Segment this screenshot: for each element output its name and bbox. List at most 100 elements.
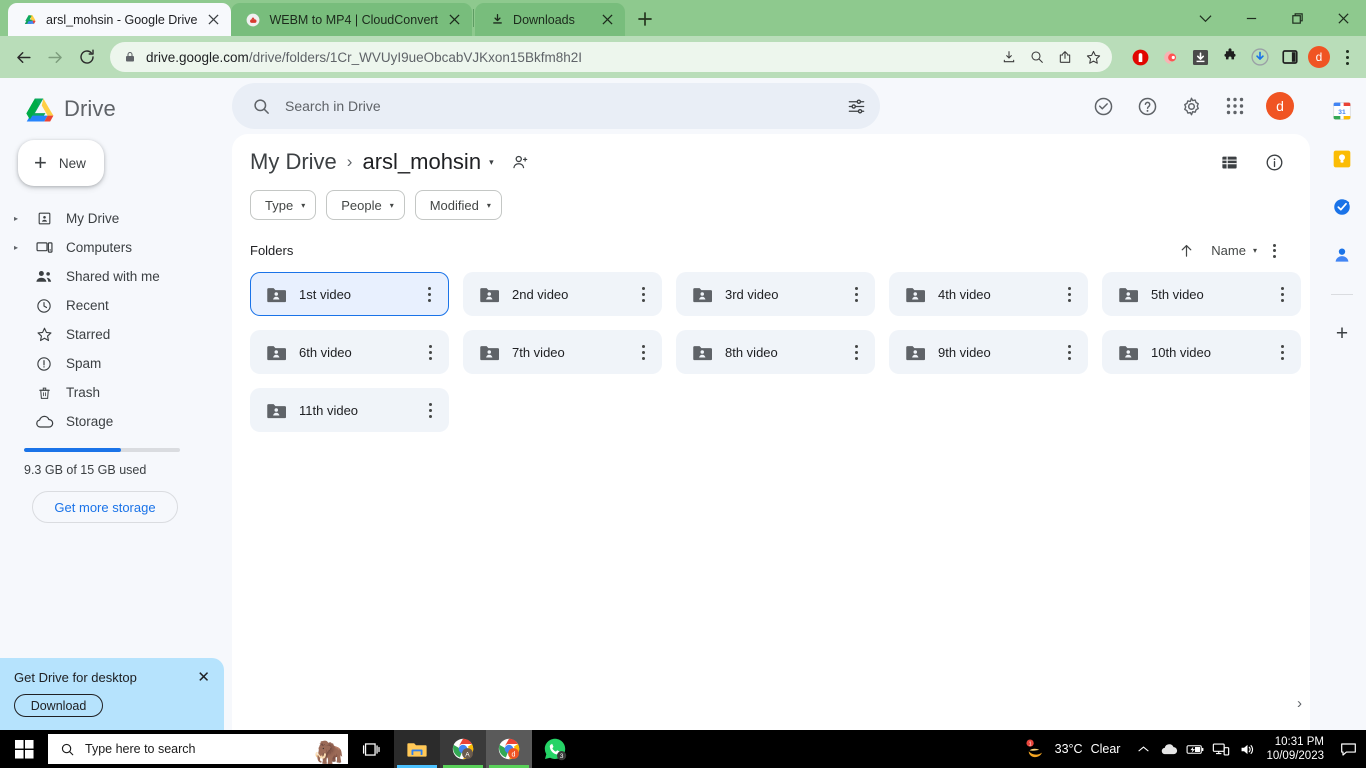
- sidebar-item-trash[interactable]: Trash: [0, 378, 232, 407]
- folder-more-options-icon[interactable]: [1058, 344, 1080, 360]
- add-app-icon[interactable]: +: [1336, 323, 1348, 344]
- folder-card[interactable]: 4th video: [889, 272, 1088, 316]
- expand-panel-icon[interactable]: ›: [1297, 695, 1302, 712]
- close-icon[interactable]: [205, 12, 221, 28]
- breadcrumb-my-drive[interactable]: My Drive: [250, 149, 337, 175]
- support-status-icon[interactable]: [1090, 93, 1116, 119]
- download-manager-icon[interactable]: [1188, 45, 1212, 69]
- avatar[interactable]: d: [1266, 92, 1294, 120]
- arrow-up-icon[interactable]: [1178, 242, 1195, 259]
- folder-more-options-icon[interactable]: [1271, 344, 1293, 360]
- sidebar-item-recent[interactable]: Recent: [0, 291, 232, 320]
- close-icon[interactable]: [599, 12, 615, 28]
- action-center-icon[interactable]: [1334, 730, 1362, 768]
- file-explorer-icon[interactable]: [394, 730, 440, 768]
- close-icon[interactable]: [446, 12, 462, 28]
- more-options-icon[interactable]: [1273, 243, 1276, 258]
- chrome-profile-d-icon[interactable]: d: [486, 730, 532, 768]
- address-bar[interactable]: drive.google.com/drive/folders/1Cr_WVUyI…: [110, 42, 1112, 72]
- folder-card[interactable]: 10th video: [1102, 330, 1301, 374]
- close-button[interactable]: [1320, 1, 1366, 35]
- zoom-icon[interactable]: [1029, 49, 1045, 65]
- browser-tab-drive[interactable]: arsl_mohsin - Google Drive: [8, 3, 232, 36]
- install-icon[interactable]: [1001, 49, 1017, 65]
- idm-download-icon[interactable]: [1248, 45, 1272, 69]
- sidebar-item-spam[interactable]: Spam: [0, 349, 232, 378]
- task-view-icon[interactable]: [348, 730, 394, 768]
- list-view-icon[interactable]: [1220, 153, 1239, 172]
- new-tab-button[interactable]: [631, 5, 659, 33]
- folder-more-options-icon[interactable]: [845, 344, 867, 360]
- onedrive-cloud-icon[interactable]: [1156, 730, 1182, 768]
- taskbar-search-input[interactable]: Type here to search 🦣: [48, 734, 348, 764]
- settings-gear-icon[interactable]: [1178, 93, 1204, 119]
- drive-brand[interactable]: Drive: [0, 78, 232, 140]
- help-icon[interactable]: [1134, 93, 1160, 119]
- folder-card[interactable]: 2nd video: [463, 272, 662, 316]
- back-button[interactable]: [8, 42, 38, 72]
- person-add-icon[interactable]: [512, 154, 530, 170]
- adblock-icon[interactable]: [1128, 45, 1152, 69]
- google-calendar-icon[interactable]: 31: [1331, 100, 1353, 122]
- browser-tab-downloads[interactable]: Downloads: [475, 3, 626, 36]
- weather-widget[interactable]: 1 33°C Clear: [1019, 739, 1131, 759]
- google-tasks-icon[interactable]: [1331, 196, 1353, 218]
- close-icon[interactable]: ✕: [197, 668, 210, 686]
- tune-icon[interactable]: [847, 97, 866, 116]
- sidebar-item-storage[interactable]: Storage: [0, 407, 232, 436]
- sidepanel-icon[interactable]: [1278, 45, 1302, 69]
- forward-button[interactable]: [40, 42, 70, 72]
- folder-more-options-icon[interactable]: [418, 286, 440, 302]
- puzzle-extensions-icon[interactable]: [1218, 45, 1242, 69]
- folder-more-options-icon[interactable]: [1271, 286, 1293, 302]
- chevron-up-icon[interactable]: [1130, 730, 1156, 768]
- sort-by-button[interactable]: Name ▾: [1211, 243, 1257, 258]
- search-input[interactable]: Search in Drive: [232, 83, 880, 129]
- whatsapp-icon[interactable]: 3: [532, 730, 578, 768]
- bookmark-star-icon[interactable]: [1085, 49, 1102, 66]
- browser-tab-cloudconvert[interactable]: WEBM to MP4 | CloudConvert: [231, 3, 473, 36]
- folder-more-options-icon[interactable]: [1058, 286, 1080, 302]
- folder-more-options-icon[interactable]: [632, 344, 654, 360]
- folder-card[interactable]: 7th video: [463, 330, 662, 374]
- folder-card[interactable]: 3rd video: [676, 272, 875, 316]
- folder-card[interactable]: 5th video: [1102, 272, 1301, 316]
- share-icon[interactable]: [1057, 49, 1073, 65]
- windows-start-icon[interactable]: [0, 730, 48, 768]
- google-contacts-icon[interactable]: [1331, 244, 1353, 266]
- chevron-down-icon[interactable]: ▾: [489, 157, 494, 168]
- folder-more-options-icon[interactable]: [419, 344, 441, 360]
- get-more-storage-button[interactable]: Get more storage: [32, 491, 178, 523]
- chevron-right-icon[interactable]: ▸: [10, 243, 22, 252]
- sidebar-item-my-drive[interactable]: ▸ My Drive: [0, 204, 232, 233]
- promo-download-button[interactable]: Download: [14, 694, 103, 717]
- chrome-menu-icon[interactable]: [1336, 44, 1358, 70]
- sidebar-item-shared-with-me[interactable]: Shared with me: [0, 262, 232, 291]
- sidebar-item-starred[interactable]: Starred: [0, 320, 232, 349]
- folder-more-options-icon[interactable]: [632, 286, 654, 302]
- volume-icon[interactable]: [1234, 730, 1260, 768]
- google-apps-grid-icon[interactable]: [1222, 93, 1248, 119]
- folder-card[interactable]: 11th video: [250, 388, 449, 432]
- folder-card[interactable]: 8th video: [676, 330, 875, 374]
- folder-more-options-icon[interactable]: [845, 286, 867, 302]
- taskbar-clock[interactable]: 10:31 PM 10/09/2023: [1260, 735, 1334, 763]
- filter-chip-modified[interactable]: Modified ▾: [414, 190, 502, 220]
- folder-card[interactable]: 6th video: [250, 330, 449, 374]
- chrome-profile-a-icon[interactable]: A: [440, 730, 486, 768]
- reload-button[interactable]: [72, 42, 102, 72]
- minimize-button[interactable]: [1228, 1, 1274, 35]
- details-info-icon[interactable]: [1265, 153, 1284, 172]
- maximize-button[interactable]: [1274, 1, 1320, 35]
- folder-card[interactable]: 1st video: [250, 272, 449, 316]
- tab-search-icon[interactable]: [1182, 1, 1228, 35]
- folder-card[interactable]: 9th video: [889, 330, 1088, 374]
- browser-profile-avatar[interactable]: d: [1308, 46, 1330, 68]
- chevron-right-icon[interactable]: ▸: [10, 214, 22, 223]
- filter-chip-type[interactable]: Type ▾: [250, 190, 317, 220]
- sidebar-item-computers[interactable]: ▸ Computers: [0, 233, 232, 262]
- network-icon[interactable]: [1208, 730, 1234, 768]
- breadcrumb-current[interactable]: arsl_mohsin: [362, 149, 481, 175]
- extension-pink-icon[interactable]: [1158, 45, 1182, 69]
- battery-charging-icon[interactable]: [1182, 730, 1208, 768]
